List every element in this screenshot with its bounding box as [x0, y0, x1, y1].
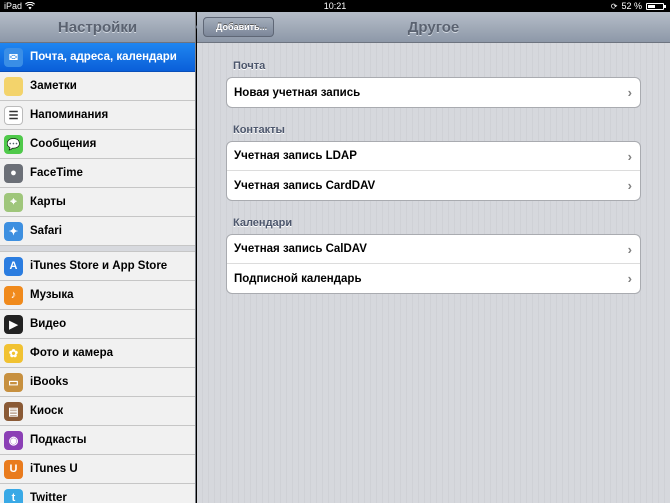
- itunes-u-icon: U: [4, 459, 23, 479]
- table-group: Новая учетная запись ›: [226, 77, 641, 108]
- sidebar-item[interactable]: ☰ Напоминания: [0, 101, 195, 130]
- sidebar-item-label: Музыка: [30, 289, 74, 301]
- sidebar-item-label: Фото и камера: [30, 347, 113, 359]
- detail-sections: Почта Новая учетная запись › Контакты Учетна…: [197, 60, 670, 294]
- photos-icon: ✿: [4, 343, 23, 363]
- battery-percent: 52 %: [621, 1, 642, 11]
- sidebar-item-label: iBooks: [30, 376, 69, 388]
- chevron-right-icon: ›: [627, 241, 632, 257]
- sidebar-item-label: iTunes Store и App Store: [30, 260, 168, 272]
- detail-nav-bar: Добавить... Другое: [197, 12, 670, 43]
- sidebar-item-label: Заметки: [30, 80, 77, 92]
- table-group: Учетная запись CalDAV › Подписной календар…: [226, 234, 641, 294]
- section-header: Контакты: [233, 124, 285, 136]
- sidebar-item[interactable]: ✿ Фото и камера: [0, 339, 195, 368]
- table-row[interactable]: Новая учетная запись ›: [227, 78, 640, 107]
- ibooks-icon: ▭: [4, 372, 23, 392]
- clock: 10:21: [323, 1, 347, 11]
- row-label: Учетная запись LDAP: [234, 150, 357, 162]
- sidebar-nav-bar: Настройки: [0, 12, 195, 43]
- table-row[interactable]: Учетная запись CalDAV ›: [227, 235, 640, 264]
- page-title: Другое: [407, 18, 460, 36]
- sidebar-item-label: iTunes U: [30, 463, 78, 475]
- sidebar-item-label: Подкасты: [30, 434, 87, 446]
- sidebar-item[interactable]: 💬 Сообщения: [0, 130, 195, 159]
- sidebar-item-label: Сообщения: [30, 138, 97, 150]
- sidebar-item[interactable]: UiTunes U: [0, 455, 195, 484]
- detail-pane: Добавить... Другое Почта Новая учетная за…: [197, 12, 670, 503]
- safari-icon: ✦: [4, 221, 23, 241]
- sidebar-item[interactable]: Заметки: [0, 72, 195, 101]
- row-label: Учетная запись CalDAV: [234, 243, 367, 255]
- reminders-icon: ☰: [4, 105, 23, 125]
- sidebar-item-label: FaceTime: [30, 167, 83, 179]
- section-header: Календари: [233, 217, 293, 229]
- chevron-right-icon: ›: [627, 271, 632, 286]
- battery-icon: [646, 2, 666, 10]
- sidebar-list: ✉ Почта, адреса, календари Заметки ☰ Напомин…: [0, 43, 195, 503]
- status-bar: iPad 10:21 ⟳ 52 %: [0, 0, 670, 12]
- sidebar-item[interactable]: ▶ Видео: [0, 310, 195, 339]
- sidebar-item[interactable]: ▭ iBooks: [0, 368, 195, 397]
- maps-icon: ⌖: [4, 192, 23, 212]
- sidebar-item-label: Twitter: [30, 492, 67, 503]
- row-label: Учетная запись CardDAV: [234, 179, 376, 192]
- video-icon: ▶: [4, 314, 23, 334]
- newsstand-icon: ▤: [4, 401, 23, 421]
- app-store-icon: A: [4, 256, 23, 276]
- sidebar-item[interactable]: ✦ Safari: [0, 217, 195, 246]
- section-header: Почта: [233, 60, 266, 72]
- notes-icon: [4, 76, 23, 96]
- sidebar-item[interactable]: ▤ Киоск: [0, 397, 195, 426]
- back-button[interactable]: Добавить...: [203, 17, 275, 37]
- sidebar-item[interactable]: ⌖ Карты: [0, 188, 195, 217]
- orientation-lock-icon: ⟳: [610, 1, 618, 11]
- podcasts-icon: ◉: [4, 430, 23, 450]
- sidebar-item-label: Видео: [30, 318, 67, 330]
- table-row[interactable]: Подписной календарь ›: [227, 264, 640, 293]
- chevron-right-icon: ›: [627, 85, 632, 100]
- sidebar-item-label: Карты: [30, 196, 66, 208]
- music-icon: ♪: [4, 285, 23, 305]
- sidebar-item[interactable]: ✉ Почта, адреса, календари: [0, 43, 195, 72]
- sidebar-item-label: Safari: [30, 225, 62, 237]
- status-right: ⟳ 52 %: [610, 1, 666, 11]
- table-row[interactable]: Учетная запись CardDAV ›: [227, 171, 640, 200]
- row-label: Подписной календарь: [234, 272, 362, 285]
- settings-sidebar: Настройки ✉ Почта, адреса, календари Замет…: [0, 12, 196, 503]
- sidebar-item-label: Напоминания: [30, 109, 109, 121]
- sidebar-item-label: Киоск: [30, 405, 64, 417]
- sidebar-item[interactable]: ● FaceTime: [0, 159, 195, 188]
- table-row[interactable]: Учетная запись LDAP ›: [227, 142, 640, 171]
- row-label: Новая учетная запись: [234, 86, 361, 99]
- table-group: Учетная запись LDAP › Учетная запись CardD…: [226, 141, 641, 201]
- mail-icon: ✉: [4, 47, 23, 67]
- sidebar-item[interactable]: t Twitter: [0, 484, 195, 503]
- messages-icon: 💬: [4, 134, 23, 154]
- back-button-label: Добавить...: [216, 22, 268, 32]
- sidebar-title: Настройки: [57, 18, 138, 36]
- facetime-icon: ●: [4, 163, 23, 183]
- sidebar-item[interactable]: ♪ Музыка: [0, 281, 195, 310]
- chevron-right-icon: ›: [627, 178, 632, 193]
- sidebar-item[interactable]: ◉ Подкасты: [0, 426, 195, 455]
- twitter-icon: t: [4, 488, 23, 503]
- sidebar-item-label: Почта, адреса, календари: [30, 51, 177, 63]
- sidebar-item[interactable]: AiTunes Store и App Store: [0, 252, 195, 281]
- chevron-right-icon: ›: [627, 148, 632, 164]
